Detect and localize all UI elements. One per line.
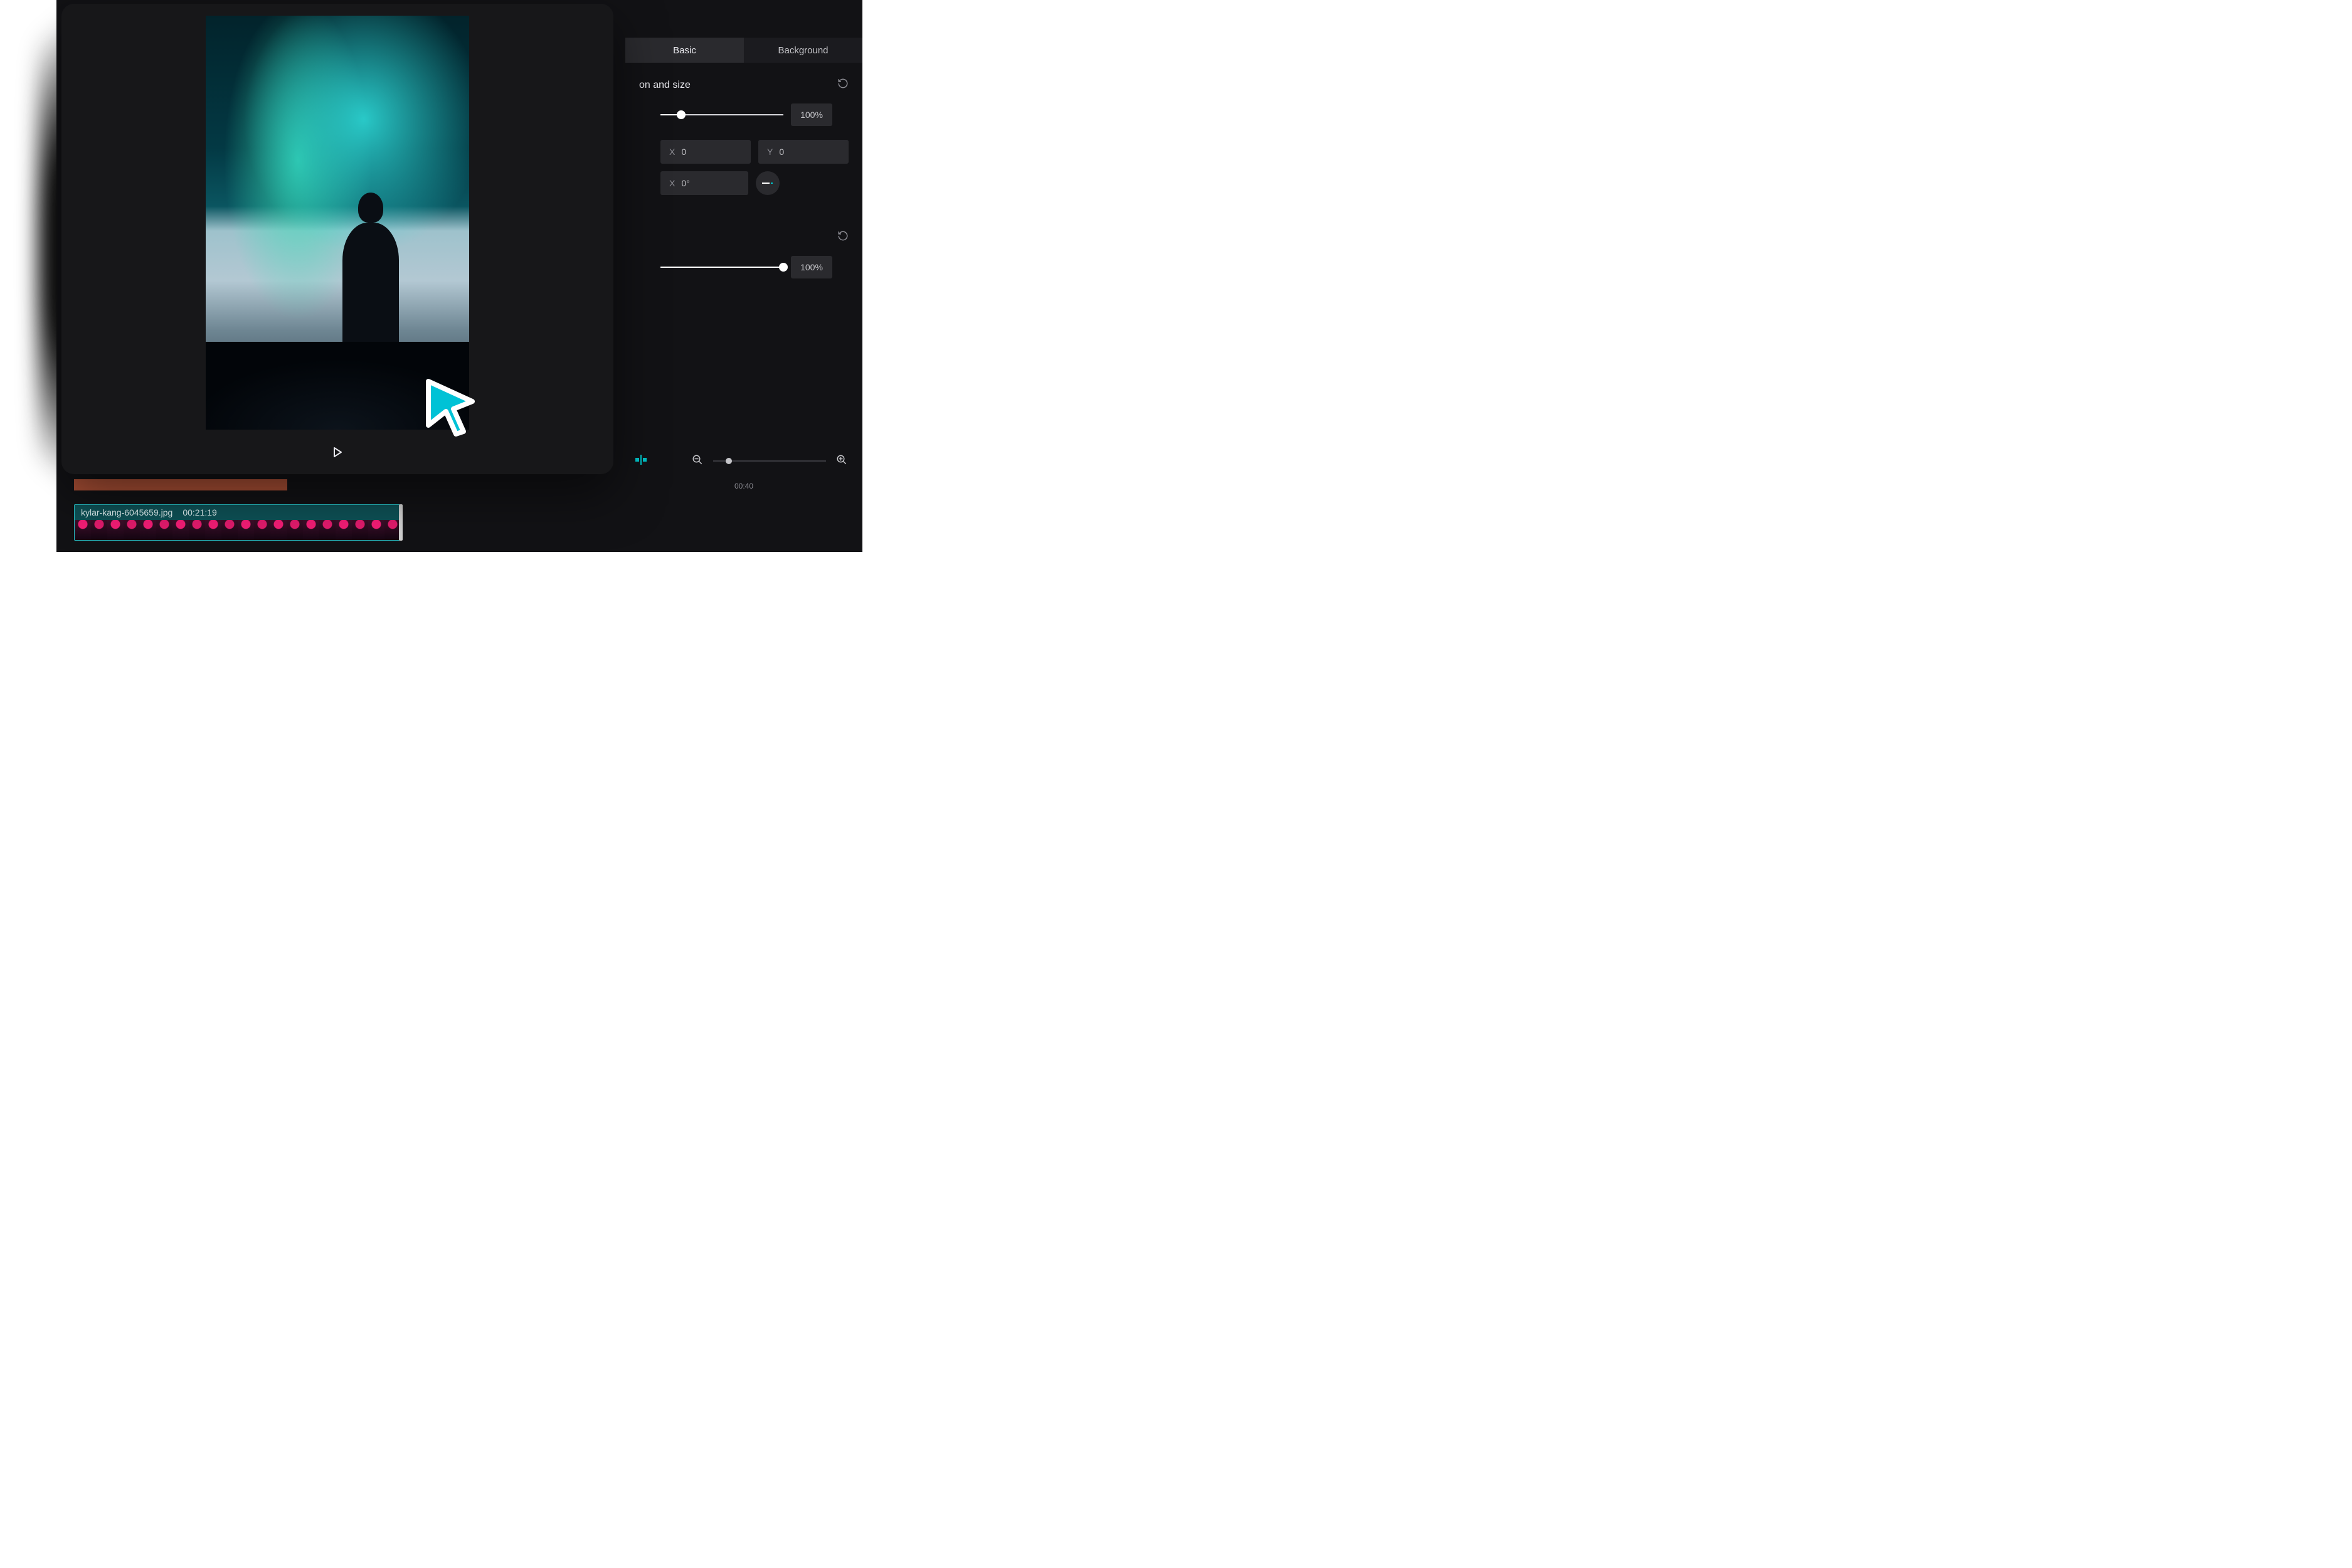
snap-icon (634, 453, 648, 467)
section-position-size-title: on and size (639, 80, 691, 91)
zoom-in-button[interactable] (836, 454, 847, 469)
zoom-in-icon (836, 454, 847, 465)
opacity-slider[interactable] (660, 258, 783, 276)
reset-position-button[interactable] (837, 78, 849, 92)
play-icon (331, 446, 344, 458)
axis-label-y: Y (767, 147, 773, 157)
reset-opacity-button[interactable] (837, 230, 849, 245)
clip-trim-handle[interactable] (399, 504, 403, 541)
cursor-icon (423, 376, 479, 439)
timeline-clip[interactable]: kylar-kang-6045659.jpg 00:21:19 (74, 504, 400, 541)
timeline-ruler[interactable]: 00:40 (625, 477, 862, 495)
clip-filename: kylar-kang-6045659.jpg (81, 507, 172, 517)
inspector-tabs: Basic Background (625, 38, 862, 63)
tab-basic[interactable]: Basic (625, 38, 744, 63)
app-window: Basic Background on and size (56, 0, 862, 552)
cursor-overlay (423, 376, 479, 442)
scale-value[interactable]: 100% (791, 103, 832, 126)
snap-toggle[interactable] (634, 453, 648, 470)
inspector-panel: Basic Background on and size (625, 38, 862, 477)
reset-icon (837, 230, 849, 241)
play-button[interactable] (327, 442, 347, 462)
inspector-footer (625, 445, 862, 477)
axis-label-rotx: X (669, 178, 675, 188)
preview-card (61, 4, 613, 474)
opacity-value[interactable]: 100% (791, 256, 832, 278)
zoom-out-icon (692, 454, 703, 465)
scale-slider[interactable] (660, 106, 783, 124)
rotation-options-icon (761, 180, 775, 186)
zoom-slider[interactable] (713, 460, 826, 462)
position-x-input[interactable]: X 0 (660, 140, 751, 164)
clip-thumbnails (75, 520, 400, 541)
rotation-x-input[interactable]: X 0° (660, 171, 748, 195)
clip-duration: 00:21:19 (183, 507, 217, 517)
rotation-x-value: 0° (681, 178, 689, 188)
tab-background[interactable]: Background (744, 38, 862, 63)
position-x-value: 0 (681, 147, 686, 157)
ruler-mark-label: 00:40 (734, 482, 753, 490)
reset-icon (837, 78, 849, 89)
position-y-input[interactable]: Y 0 (758, 140, 849, 164)
rotation-options-button[interactable] (756, 171, 780, 195)
preview-canvas[interactable] (206, 16, 469, 430)
zoom-out-button[interactable] (692, 454, 703, 469)
position-y-value: 0 (779, 147, 784, 157)
timeline-track-secondary[interactable] (74, 479, 287, 490)
axis-label-x: X (669, 147, 675, 157)
timeline: kylar-kang-6045659.jpg 00:21:19 (74, 479, 463, 541)
